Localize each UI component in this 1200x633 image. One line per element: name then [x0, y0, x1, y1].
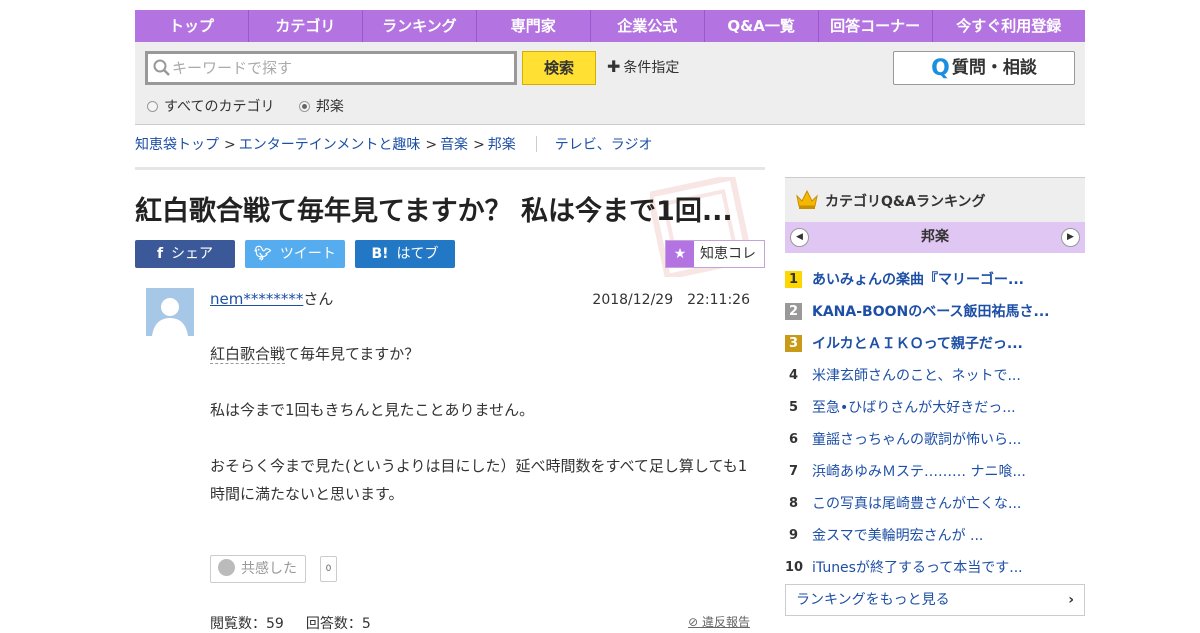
ask-question-button[interactable]: Q 質問・相談	[893, 51, 1075, 85]
ranking-category-bar: ◀ 邦楽 ▶	[785, 222, 1085, 253]
crown-icon	[796, 189, 818, 209]
body-paragraph: 私は今まで1回もきちんと見たことありません。	[210, 401, 535, 419]
list-item: 3 イルカとＡＩＫＯって親子だっ...	[785, 327, 1085, 359]
list-item: 4 米津玄師さんのこと、ネットで...	[785, 359, 1085, 391]
global-nav: トップ カテゴリ ランキング 専門家 企業公式 Q&A一覧 回答コーナー 今すぐ…	[135, 10, 1085, 42]
smile-icon	[218, 559, 235, 576]
rank-badge: 2	[785, 302, 802, 320]
question-stats: 閲覧数：59 回答数：5	[210, 613, 393, 633]
breadcrumb-hougaku[interactable]: 邦楽	[488, 137, 516, 153]
list-item: 10 iTunesが終了するって本当です...	[785, 551, 1085, 583]
nav-top[interactable]: トップ	[135, 10, 249, 42]
chie-collection-button[interactable]: ★ 知恵コレ	[665, 240, 765, 268]
search-input[interactable]	[172, 54, 507, 82]
rank-number: 8	[788, 495, 799, 511]
ranking-title: カテゴリQ&Aランキング	[825, 194, 986, 210]
ranking-category-label: 邦楽	[921, 229, 949, 245]
question-author: nem********さん	[210, 290, 334, 308]
hatena-icon: B!	[371, 246, 389, 262]
page: トップ カテゴリ ランキング 専門家 企業公式 Q&A一覧 回答コーナー 今すぐ…	[135, 10, 1085, 632]
nav-ranking[interactable]: ランキング	[363, 10, 477, 42]
rank-number: 9	[788, 527, 799, 543]
divider	[535, 136, 537, 152]
plus-icon: ✚	[607, 57, 621, 76]
keyword-link[interactable]: 紅白歌合戦	[210, 345, 286, 364]
rank-number: 7	[788, 463, 799, 479]
ranking-header: カテゴリQ&Aランキング	[785, 177, 1085, 222]
body-paragraph: おそらく今まで見た(というよりは目にした）延べ時間数をすべて足し算しても1時間に…	[210, 457, 748, 503]
facebook-icon: f	[156, 246, 164, 262]
nav-category[interactable]: カテゴリ	[249, 10, 363, 42]
q-icon: Q	[931, 56, 950, 81]
list-item: 6 童謡さっちゃんの歌詞が怖いら...	[785, 423, 1085, 455]
default-user-icon	[146, 288, 194, 336]
nav-qa-list[interactable]: Q&A一覧	[705, 10, 819, 42]
ranking-sidebar: カテゴリQ&Aランキング ◀ 邦楽 ▶ 1 あいみょんの楽曲『マリーゴー... 2…	[785, 177, 1085, 616]
ranking-link[interactable]: KANA-BOONのベース飯田祐馬さ...	[812, 301, 1050, 321]
question-body: 紅白歌合戦て毎年見てますか？ 私は今まで1回もきちんと見たことありません。 おそ…	[210, 340, 755, 536]
avatar[interactable]	[146, 288, 194, 336]
rank-number: 10	[785, 559, 804, 575]
twitter-share-button[interactable]: 🐦︎ ツイート	[245, 240, 345, 268]
nav-register[interactable]: 今すぐ利用登録	[933, 10, 1085, 42]
radio-all-categories[interactable]: すべてのカテゴリ	[147, 96, 274, 116]
ranking-link[interactable]: あいみょんの楽曲『マリーゴー...	[812, 269, 1024, 289]
rank-badge: 1	[785, 270, 802, 288]
ranking-list: 1 あいみょんの楽曲『マリーゴー... 2 KANA-BOONのベース飯田祐馬さ..…	[785, 263, 1085, 583]
list-item: 7 浜崎あゆみＭステ……… ナニ喰...	[785, 455, 1085, 487]
ranking-link[interactable]: 金スマで美輪明宏さんが ...	[812, 525, 983, 545]
ranking-link[interactable]: 浜崎あゆみＭステ……… ナニ喰...	[812, 461, 1026, 481]
nav-official[interactable]: 企業公式	[591, 10, 705, 42]
report-link[interactable]: ⊘ 違反報告	[688, 613, 750, 630]
star-icon: ★	[666, 241, 694, 267]
author-link[interactable]: nem********	[210, 290, 303, 308]
list-item: 9 金スマで美輪明宏さんが ...	[785, 519, 1085, 551]
post-date: 2018/12/29 22:11:26	[592, 292, 750, 308]
rank-number: 4	[788, 367, 799, 383]
breadcrumb: 知恵袋トップ > エンターテインメントと趣味 > 音楽 > 邦楽 テレビ、ラジオ	[135, 136, 653, 153]
nav-answer-corner[interactable]: 回答コーナー	[819, 10, 933, 42]
breadcrumb-music[interactable]: 音楽	[440, 137, 468, 153]
search-area: 検索 ✚条件指定 Q質問・相談 すべてのカテゴリ 邦楽	[135, 42, 1085, 125]
more-ranking-link[interactable]: ランキングをもっと見る ›	[785, 584, 1085, 616]
rank-badge: 3	[785, 334, 802, 352]
next-category-icon[interactable]: ▶	[1061, 228, 1080, 247]
list-item: 2 KANA-BOONのベース飯田祐馬さ...	[785, 295, 1085, 327]
ban-icon: ⊘	[688, 615, 702, 629]
ranking-link[interactable]: この写真は尾崎豊さんが亡くな...	[812, 493, 1021, 513]
radio-selected-icon	[298, 100, 310, 112]
search-icon	[153, 59, 170, 76]
category-scope: すべてのカテゴリ 邦楽	[147, 96, 364, 116]
chevron-right-icon: ›	[1068, 592, 1074, 608]
ranking-link[interactable]: 米津玄師さんのこと、ネットで...	[812, 365, 1021, 385]
prev-category-icon[interactable]: ◀	[790, 228, 809, 247]
empathy-count: 0	[320, 556, 337, 582]
breadcrumb-entertainment[interactable]: エンターテインメントと趣味	[239, 137, 421, 153]
related-category-link[interactable]: テレビ、ラジオ	[555, 137, 653, 153]
conditions-link[interactable]: ✚ 条件指定	[607, 57, 679, 77]
rank-number: 5	[788, 399, 799, 415]
question-title: 紅白歌合戦て毎年見てますか？ 私は今まで1回...	[135, 196, 733, 227]
radio-hougaku[interactable]: 邦楽	[298, 96, 344, 116]
ranking-link[interactable]: 童謡さっちゃんの歌詞が怖いら...	[812, 429, 1021, 449]
ranking-link[interactable]: イルカとＡＩＫＯって親子だっ...	[812, 333, 1023, 353]
list-item: 1 あいみょんの楽曲『マリーゴー...	[785, 263, 1085, 295]
list-item: 5 至急•ひばりさんが大好きだっ...	[785, 391, 1085, 423]
empathy-button[interactable]: 共感した	[210, 555, 306, 583]
radio-icon	[147, 100, 158, 112]
hatena-bookmark-button[interactable]: B! はてブ	[355, 240, 455, 268]
question-section: 紅白歌合戦て毎年見てますか？ 私は今まで1回... f シェア 🐦︎ ツイート B!…	[135, 167, 765, 632]
search-button[interactable]: 検索	[522, 51, 596, 85]
facebook-share-button[interactable]: f シェア	[135, 240, 235, 268]
nav-experts[interactable]: 専門家	[477, 10, 591, 42]
ranking-link[interactable]: iTunesが終了するって本当です...	[812, 557, 1023, 577]
twitter-bird-icon: 🐦︎	[254, 246, 272, 262]
list-item: 8 この写真は尾崎豊さんが亡くな...	[785, 487, 1085, 519]
search-field	[145, 51, 517, 85]
body-paragraph: 紅白歌合戦て毎年見てますか？	[210, 345, 420, 364]
rank-number: 6	[788, 431, 799, 447]
divider	[135, 167, 765, 170]
ranking-link[interactable]: 至急•ひばりさんが大好きだっ...	[812, 397, 1016, 417]
breadcrumb-top[interactable]: 知恵袋トップ	[135, 137, 219, 153]
